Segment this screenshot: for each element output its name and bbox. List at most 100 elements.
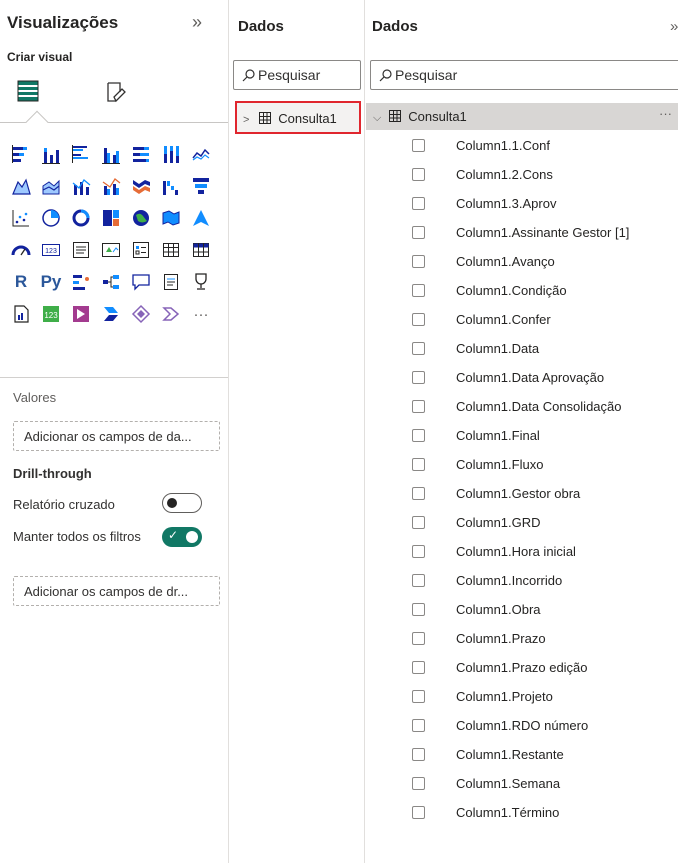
format-visual-icon[interactable] [104, 80, 128, 104]
field-checkbox[interactable] [412, 806, 425, 819]
field-item[interactable]: Column1.Hora inicial [366, 537, 678, 566]
field-item[interactable]: Column1.Gestor obra [366, 479, 678, 508]
field-checkbox[interactable] [412, 313, 425, 326]
search-input[interactable]: Pesquisar [370, 60, 678, 90]
more-icon[interactable]: ··· [190, 303, 212, 325]
field-item[interactable]: Column1.Fluxo [366, 450, 678, 479]
clustered-bar-chart-icon[interactable] [70, 143, 92, 165]
map-icon[interactable] [130, 207, 152, 229]
treemap-icon[interactable] [100, 207, 122, 229]
field-item[interactable]: Column1.1.Conf [366, 131, 678, 160]
table-node-consulta1[interactable]: > Consulta1 [235, 101, 361, 134]
waterfall-chart-icon[interactable] [160, 175, 182, 197]
card-icon[interactable]: 123 [40, 239, 62, 261]
donut-chart-icon[interactable] [70, 207, 92, 229]
power-apps-icon[interactable] [70, 303, 92, 325]
field-item[interactable]: Column1.Data Consolidação [366, 392, 678, 421]
table-icon[interactable] [160, 239, 182, 261]
field-checkbox[interactable] [412, 400, 425, 413]
build-visual-icon[interactable] [17, 80, 39, 102]
field-item[interactable]: Column1.Data [366, 334, 678, 363]
field-checkbox[interactable] [412, 545, 425, 558]
field-checkbox[interactable] [412, 371, 425, 384]
slicer-icon[interactable] [130, 239, 152, 261]
matrix-icon[interactable] [190, 239, 212, 261]
search-input[interactable]: Pesquisar [233, 60, 361, 90]
collapse-pane-icon[interactable]: » [670, 18, 678, 35]
azure-map-icon[interactable] [190, 207, 212, 229]
chevron-visual-icon[interactable] [160, 303, 182, 325]
field-item[interactable]: Column1.Prazo [366, 624, 678, 653]
line-and-stacked-column-icon[interactable] [70, 175, 92, 197]
diamond-visual-icon[interactable] [130, 303, 152, 325]
field-checkbox[interactable] [412, 661, 425, 674]
100-stacked-bar-chart-icon[interactable] [130, 143, 152, 165]
qa-icon[interactable] [130, 271, 152, 293]
cross-report-toggle[interactable] [162, 493, 202, 513]
field-checkbox[interactable] [412, 487, 425, 500]
more-options-icon[interactable]: ··· [659, 106, 672, 121]
ribbon-chart-icon[interactable] [130, 175, 152, 197]
metrics-icon[interactable] [190, 271, 212, 293]
field-item[interactable]: Column1.Obra [366, 595, 678, 624]
python-visual-icon[interactable]: Py [40, 271, 62, 293]
filled-map-icon[interactable] [160, 207, 182, 229]
collapse-pane-icon[interactable]: » [192, 12, 202, 33]
field-item[interactable]: Column1.Final [366, 421, 678, 450]
field-checkbox[interactable] [412, 632, 425, 645]
drill-through-field-well[interactable]: Adicionar os campos de dr... [13, 576, 220, 606]
values-field-well[interactable]: Adicionar os campos de da... [13, 421, 220, 451]
field-item[interactable]: Column1.Projeto [366, 682, 678, 711]
field-checkbox[interactable] [412, 197, 425, 210]
paginated-report-icon[interactable] [10, 303, 32, 325]
stacked-area-chart-icon[interactable] [40, 175, 62, 197]
gauge-icon[interactable] [10, 239, 32, 261]
field-item[interactable]: Column1.Restante [366, 740, 678, 769]
field-item[interactable]: Column1.GRD [366, 508, 678, 537]
field-checkbox[interactable] [412, 139, 425, 152]
funnel-chart-icon[interactable] [190, 175, 212, 197]
kpi-icon[interactable] [100, 239, 122, 261]
line-and-clustered-column-icon[interactable] [100, 175, 122, 197]
field-checkbox[interactable] [412, 777, 425, 790]
field-item[interactable]: Column1.2.Cons [366, 160, 678, 189]
line-chart-icon[interactable] [190, 143, 212, 165]
field-item[interactable]: Column1.Condição [366, 276, 678, 305]
field-item[interactable]: Column1.RDO número [366, 711, 678, 740]
field-item[interactable]: Column1.Incorrido [366, 566, 678, 595]
field-item[interactable]: Column1.Confer [366, 305, 678, 334]
power-automate-icon[interactable] [100, 303, 122, 325]
field-item[interactable]: Column1.Semana [366, 769, 678, 798]
field-item[interactable]: Column1.Assinante Gestor [1] [366, 218, 678, 247]
field-item[interactable]: Column1.3.Aprov [366, 189, 678, 218]
field-checkbox[interactable] [412, 458, 425, 471]
field-checkbox[interactable] [412, 226, 425, 239]
field-item[interactable]: Column1.Data Aprovação [366, 363, 678, 392]
key-influencers-icon[interactable] [70, 271, 92, 293]
stacked-column-chart-icon[interactable] [40, 143, 62, 165]
smart-narrative-icon[interactable] [160, 271, 182, 293]
arcgis-icon[interactable]: 123 [40, 303, 62, 325]
field-checkbox[interactable] [412, 719, 425, 732]
field-item[interactable]: Column1.Prazo edição [366, 653, 678, 682]
field-checkbox[interactable] [412, 748, 425, 761]
area-chart-icon[interactable] [10, 175, 32, 197]
field-checkbox[interactable] [412, 284, 425, 297]
field-checkbox[interactable] [412, 255, 425, 268]
field-checkbox[interactable] [412, 168, 425, 181]
100-stacked-column-chart-icon[interactable] [160, 143, 182, 165]
field-checkbox[interactable] [412, 574, 425, 587]
field-checkbox[interactable] [412, 429, 425, 442]
table-node-consulta1[interactable]: ⌵ Consulta1 ··· [366, 103, 678, 130]
field-item[interactable]: Column1.Avanço [366, 247, 678, 276]
field-checkbox[interactable] [412, 690, 425, 703]
field-checkbox[interactable] [412, 342, 425, 355]
r-script-visual-icon[interactable]: R [10, 271, 32, 293]
field-item[interactable]: Column1.Término [366, 798, 678, 827]
field-checkbox[interactable] [412, 516, 425, 529]
clustered-column-chart-icon[interactable] [100, 143, 122, 165]
decomposition-tree-icon[interactable] [100, 271, 122, 293]
keep-all-filters-toggle[interactable]: ✓ [162, 527, 202, 547]
stacked-bar-chart-icon[interactable] [10, 143, 32, 165]
pie-chart-icon[interactable] [40, 207, 62, 229]
